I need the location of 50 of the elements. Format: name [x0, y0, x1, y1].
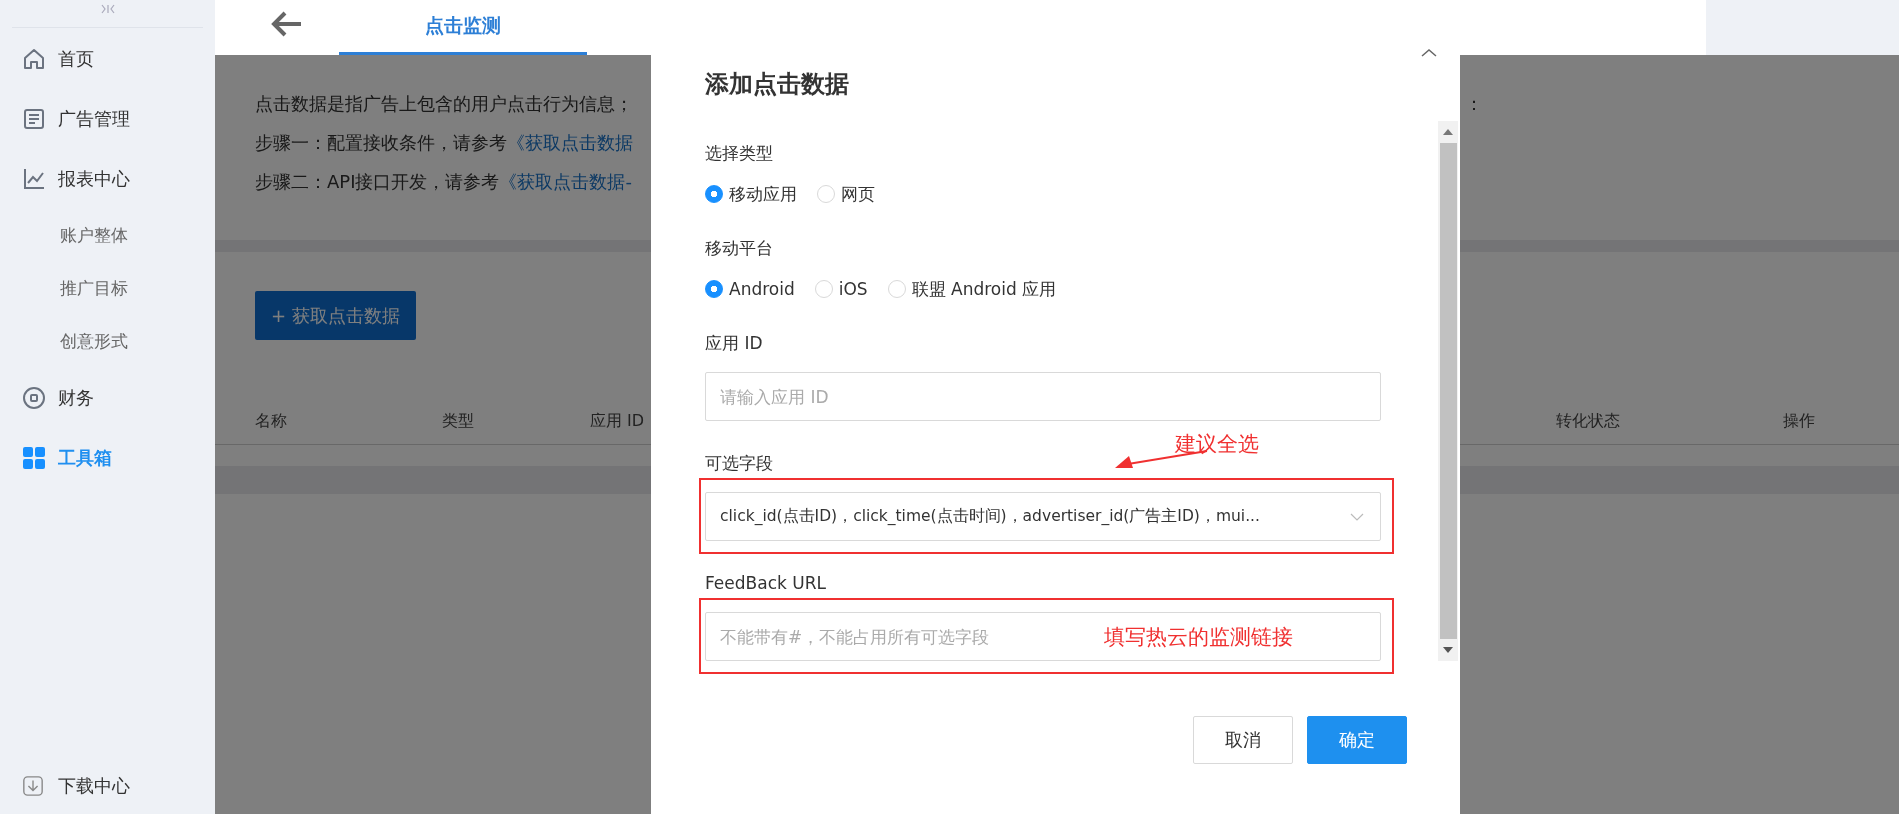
- download-icon: [22, 775, 44, 797]
- radio-option[interactable]: 网页: [817, 182, 875, 206]
- option-label: 网页: [841, 182, 875, 206]
- nav-subitem[interactable]: 账户整体: [0, 209, 215, 262]
- annotation-text: 填写热云的监测链接: [1104, 624, 1293, 651]
- column-header: 类型: [442, 410, 474, 432]
- intro-text: ：: [1465, 93, 1483, 115]
- intro-text: 点击数据是指广告上包含的用户点击行为信息；: [255, 93, 633, 114]
- chevron-down-icon: [1350, 512, 1364, 521]
- radio-option[interactable]: iOS: [814, 279, 868, 299]
- radio-option[interactable]: 移动应用: [705, 182, 797, 206]
- nav-item[interactable]: 财务: [0, 368, 215, 428]
- back-arrow-icon[interactable]: [271, 11, 303, 37]
- collapse-icon[interactable]: [100, 4, 115, 14]
- nav-item[interactable]: 广告管理: [0, 89, 215, 149]
- column-header: 操作: [1783, 410, 1815, 432]
- nav-subitem[interactable]: 创意形式: [0, 315, 215, 368]
- target-icon: [22, 386, 46, 410]
- nav-item[interactable]: 首页: [0, 29, 215, 89]
- intro-text: 步骤一：配置接收条件，请参考: [255, 132, 507, 153]
- cancel-button[interactable]: 取消: [1193, 716, 1293, 764]
- option-label: iOS: [838, 279, 868, 299]
- field-label: 应用 ID: [705, 332, 763, 355]
- field-label: 选择类型: [705, 142, 773, 165]
- radio-option[interactable]: Android: [705, 279, 795, 299]
- field-label: 移动平台: [705, 237, 773, 260]
- field-label: FeedBack URL: [705, 572, 826, 595]
- scroll-down-icon[interactable]: [1443, 647, 1453, 653]
- intro-text: 步骤二：API接口开发，请参考: [255, 171, 500, 192]
- option-label: Android: [729, 279, 795, 299]
- scroll-up-icon[interactable]: [1443, 129, 1453, 135]
- column-header: 名称: [255, 410, 287, 432]
- scrollbar[interactable]: [1438, 121, 1458, 661]
- dialog-title: 添加点击数据: [705, 69, 850, 100]
- grid-icon: [22, 446, 46, 470]
- radio-button[interactable]: [705, 185, 723, 203]
- nav-subitem[interactable]: 推广目标: [0, 262, 215, 315]
- select-field[interactable]: click_id(点击ID)，click_time(点击时间)，advertiser_id(广告主ID)，mui...: [705, 492, 1381, 541]
- line-chart-icon: [22, 167, 46, 191]
- column-header: 转化状态: [1556, 410, 1620, 432]
- input-field[interactable]: 请输入应用 ID: [705, 372, 1381, 421]
- radio-button[interactable]: [705, 280, 723, 298]
- option-label: 移动应用: [729, 182, 797, 206]
- nav-item[interactable]: 报表中心: [0, 149, 215, 209]
- column-header: 应用 ID: [590, 410, 645, 432]
- field-label: 可选字段: [705, 452, 773, 475]
- home-icon: [22, 47, 46, 71]
- document-icon: [22, 107, 46, 131]
- annotation-text: 建议全选: [1175, 431, 1259, 458]
- download-center-link[interactable]: 下载中心: [0, 760, 215, 812]
